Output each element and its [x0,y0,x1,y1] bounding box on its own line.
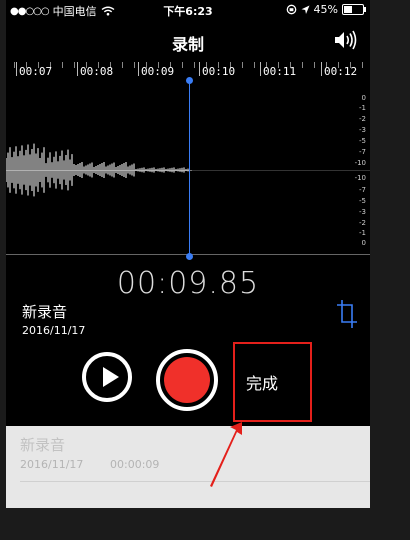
annotation-highlight-box [233,342,312,422]
db-label: -5 [359,137,366,145]
record-button-dot [164,357,210,403]
db-label: -3 [359,208,366,216]
battery-icon [342,4,366,15]
recording-title[interactable]: 新录音 [22,301,67,322]
playhead-bottom-handle[interactable] [186,253,193,260]
db-label: -1 [359,104,366,112]
annotation-arrow-icon [210,422,242,487]
speaker-icon[interactable] [334,30,358,50]
db-label: -10 [354,159,366,167]
playhead-line[interactable] [189,78,190,256]
timeline-major-tick [138,62,139,76]
battery-percent: 45% [313,3,338,16]
timeline-label: 00:11 [263,65,297,78]
playhead-top-handle[interactable] [186,77,193,84]
timeline-major-tick [77,62,78,76]
db-label: -7 [359,186,366,194]
record-button[interactable] [156,349,218,411]
list-divider [20,481,370,482]
page-title: 录制 [171,35,204,54]
timeline-label: 00:12 [324,65,358,78]
db-label: -5 [359,197,366,205]
timeline-label: 00:07 [19,65,53,78]
timeline-major-tick [260,62,261,76]
timeline-major-tick [321,62,322,76]
location-icon [301,5,310,14]
elapsed-time: 00:09.85 [116,266,260,301]
timeline-label: 00:10 [202,65,236,78]
recording-date: 2016/11/17 [22,324,86,337]
db-label: -10 [354,174,366,182]
db-label: 0 [361,239,366,247]
status-bar: ●●○○○ 中国电信 下午6:23 45% [6,0,370,20]
db-label: -1 [359,229,366,237]
recordings-list: 新录音 2016/11/17 00:00:09 [6,426,370,508]
list-item-date: 2016/11/17 [20,458,84,471]
timeline-major-tick [16,62,17,76]
db-label: -3 [359,126,366,134]
play-button[interactable] [82,352,132,402]
timeline-major-tick [199,62,200,76]
list-item-title: 新录音 [20,436,66,454]
audio-waveform [6,143,189,197]
rotation-lock-icon [286,4,296,15]
voice-memo-screen: ●●○○○ 中国电信 下午6:23 45% 录制 00:07 00:08 00:… [6,0,370,508]
waveform-area[interactable]: 0 -1 -2 -3 -5 -7 -10 -10 -7 -5 -3 -2 -1 … [6,84,370,255]
db-label: 0 [361,94,366,102]
timeline-label: 00:09 [141,65,175,78]
battery-fill [344,6,353,13]
list-item-duration: 00:00:09 [110,458,160,471]
db-label: -2 [359,115,366,123]
timeline-minor-ticks [14,62,370,68]
db-label: -7 [359,148,366,156]
trim-icon[interactable] [336,296,358,330]
waveform-baseline-empty [192,170,370,171]
timeline-label: 00:08 [80,65,114,78]
db-label: -2 [359,219,366,227]
